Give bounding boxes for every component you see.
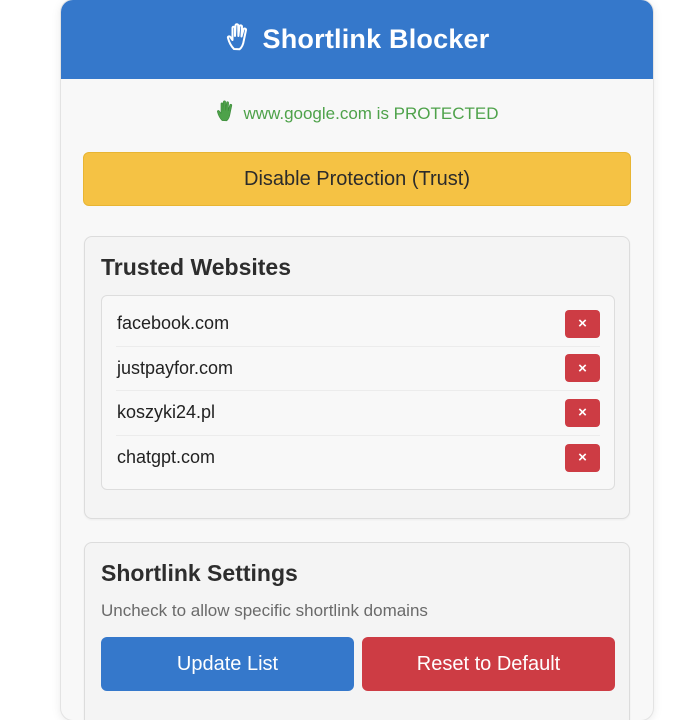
extension-popup: Shortlink Blocker www.google.com is PROT… (61, 0, 653, 720)
raised-hand-icon (217, 100, 233, 122)
site-name: justpayfor.com (117, 357, 234, 378)
list-item: chatgpt.com × (116, 436, 600, 481)
settings-description: Uncheck to allow specific shortlink doma… (101, 601, 428, 620)
list-item: justpayfor.com × (116, 347, 600, 391)
update-list-button[interactable]: Update List (101, 637, 354, 691)
trusted-site-list: facebook.com × justpayfor.com × koszyki2… (101, 295, 615, 490)
app-title: Shortlink Blocker (262, 24, 490, 54)
remove-site-button[interactable]: × (565, 309, 600, 338)
status-text: www.google.com is PROTECTED (243, 104, 499, 123)
list-item: facebook.com × (116, 302, 600, 347)
trusted-websites-card: Trusted Websites facebook.com × justpayf… (84, 236, 630, 519)
protection-status: www.google.com is PROTECTED (61, 100, 653, 128)
site-name: chatgpt.com (117, 447, 216, 468)
trusted-websites-heading: Trusted Websites (101, 254, 292, 280)
site-name: koszyki24.pl (117, 402, 216, 423)
remove-site-button[interactable]: × (565, 443, 600, 472)
raised-hand-icon (226, 22, 247, 50)
header: Shortlink Blocker (61, 0, 653, 79)
list-item: koszyki24.pl × (116, 391, 600, 436)
site-name: facebook.com (117, 313, 230, 334)
disable-protection-button[interactable]: Disable Protection (Trust) (83, 152, 631, 206)
remove-site-button[interactable]: × (565, 398, 600, 427)
reset-to-default-button[interactable]: Reset to Default (362, 637, 615, 691)
shortlink-settings-card: Shortlink Settings Uncheck to allow spec… (84, 542, 630, 720)
remove-site-button[interactable]: × (565, 354, 600, 383)
shortlink-settings-heading: Shortlink Settings (101, 560, 298, 586)
